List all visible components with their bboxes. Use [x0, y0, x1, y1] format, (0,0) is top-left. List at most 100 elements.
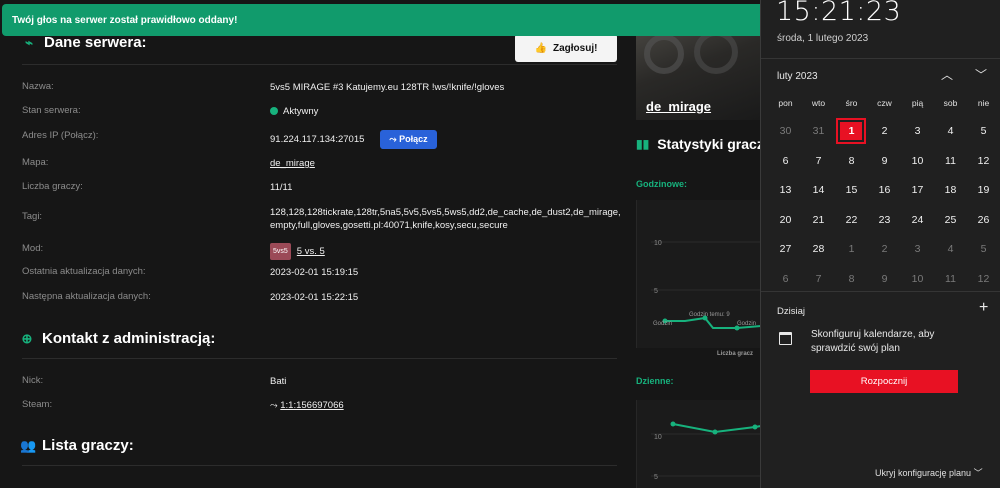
calendar-day[interactable]: 12: [967, 273, 1000, 285]
calendar-day[interactable]: 13: [769, 184, 802, 196]
stats-heading: ▮▮ Statystyki gracz: [636, 136, 764, 152]
calendar-day[interactable]: 19: [967, 184, 1000, 196]
hourly-annotation: Godzin temu: 9: [689, 312, 730, 318]
map-link[interactable]: de_mirage: [270, 157, 622, 170]
map-image-detail: [694, 30, 738, 74]
calendar-day[interactable]: 5: [967, 125, 1000, 137]
calendar-day[interactable]: 24: [901, 214, 934, 226]
bar-chart-icon: ▮▮: [636, 137, 650, 151]
daily-point[interactable]: [752, 424, 758, 430]
calendar-day[interactable]: 3: [901, 125, 934, 137]
calendar-day[interactable]: 9: [868, 273, 901, 285]
calendar-day[interactable]: 23: [868, 214, 901, 226]
hourly-annotation: Godzin: [737, 321, 756, 327]
calendar-day[interactable]: 7: [802, 155, 835, 167]
mod-link[interactable]: 5 vs. 5: [297, 246, 325, 257]
calendar-day[interactable]: 16: [868, 184, 901, 196]
row-label: Nick:: [22, 375, 44, 386]
calendar-day[interactable]: 8: [835, 273, 868, 285]
calendar-day[interactable]: 7: [802, 273, 835, 285]
calendar-day[interactable]: 3: [901, 243, 934, 255]
calendar-day[interactable]: 4: [934, 125, 967, 137]
server-name-value: 5vs5 MIRAGE #3 Katujemy.eu 128TR !ws/!kn…: [270, 82, 505, 93]
calendar-day[interactable]: 14: [802, 184, 835, 196]
steam-link[interactable]: 1:1:156697066: [280, 400, 343, 411]
calendar-day[interactable]: 5: [967, 243, 1000, 255]
stats-title: Statystyki gracz: [657, 136, 764, 152]
admin-heading: ⊕ Kontakt z administracją:: [20, 330, 216, 347]
chevron-down-icon[interactable]: ﹀: [975, 66, 987, 83]
hourly-x-axis-label: Liczba gracz: [717, 351, 754, 357]
mod-value: 5vs5 5 vs. 5: [270, 243, 622, 260]
calendar-day[interactable]: 9: [868, 155, 901, 167]
connect-button[interactable]: ⤳ Połącz: [380, 130, 437, 149]
row-label: Steam:: [22, 399, 53, 410]
chevron-down-icon: ﹀: [973, 468, 983, 478]
steam-value: ⤳ 1:1:156697066: [270, 399, 622, 412]
calendar-day[interactable]: 22: [835, 214, 868, 226]
tags-value: 128,128,128tickrate,128tr,5na5,5v5,5vs5,…: [270, 207, 621, 231]
calendar-day[interactable]: 6: [769, 273, 802, 285]
weekday-header: pon: [778, 98, 793, 108]
next-update-value: 2023-02-01 15:22:15: [270, 292, 359, 303]
calendar-day[interactable]: 12: [967, 155, 1000, 167]
calendar-day[interactable]: 30: [769, 125, 802, 137]
thumbs-up-icon: 👍: [534, 42, 547, 54]
calendar-day[interactable]: 17: [901, 184, 934, 196]
calendar-day[interactable]: 28: [802, 243, 835, 255]
map-image-detail: [644, 34, 684, 74]
daily-tick: 10: [654, 434, 662, 441]
full-date-link[interactable]: środa, 1 lutego 2023: [777, 33, 868, 44]
calendar-day[interactable]: 18: [934, 184, 967, 196]
users-icon: 👥: [20, 437, 37, 453]
calendar-day[interactable]: 31: [802, 125, 835, 137]
map-card-name[interactable]: de_mirage: [646, 99, 711, 114]
calendar-day[interactable]: 8: [835, 155, 868, 167]
hourly-chart-svg: 10 5 Godzin temu: 9 Godzin Godzin: [651, 240, 761, 331]
daily-label: Dzienne:: [636, 376, 674, 386]
vote-button-label: Zagłosuj!: [553, 42, 598, 54]
calendar-day[interactable]: 11: [934, 155, 967, 167]
hourly-chart[interactable]: 10 5 Godzin temu: 9 Godzin Godzin Liczba…: [636, 200, 761, 357]
start-button[interactable]: Rozpocznij: [810, 370, 958, 393]
chevron-up-icon[interactable]: ︿: [941, 66, 953, 83]
calendar-day[interactable]: 4: [934, 243, 967, 255]
ip-text[interactable]: 91.224.117.134:27015: [270, 134, 364, 145]
daily-point[interactable]: [712, 429, 718, 435]
row-label: Mapa:: [22, 157, 49, 168]
calendar-day[interactable]: 10: [901, 155, 934, 167]
weekday-header: nie: [977, 98, 990, 108]
calendar-day[interactable]: 2: [868, 125, 901, 137]
calendar-day[interactable]: 10: [901, 273, 934, 285]
status-text: Aktywny: [283, 106, 319, 117]
hide-plan-link[interactable]: Ukryj konfigurację planu ﹀: [875, 466, 983, 479]
calendar-day[interactable]: 25: [934, 214, 967, 226]
calendar-day[interactable]: 26: [967, 214, 1000, 226]
row-label: Stan serwera:: [22, 105, 81, 116]
last-update-value: 2023-02-01 15:19:15: [270, 267, 359, 278]
calendar-day[interactable]: 21: [802, 214, 835, 226]
calendar-day[interactable]: 27: [769, 243, 802, 255]
month-label[interactable]: luty 2023: [777, 71, 818, 82]
server-page: ⌁ Dane serwera: 👍 Zagłosuj! Nazwa: 5vs5 …: [0, 0, 1000, 488]
calendar-day[interactable]: 6: [769, 155, 802, 167]
connect-button-label: Połącz: [399, 134, 428, 144]
row-label: Liczba graczy:: [22, 181, 83, 192]
calendar-day[interactable]: 11: [934, 273, 967, 285]
divider: [22, 465, 617, 466]
calendar-day[interactable]: 20: [769, 214, 802, 226]
vote-button[interactable]: 👍 Zagłosuj!: [515, 34, 617, 62]
row-label: Nazwa:: [22, 81, 54, 92]
row-label: Mod:: [22, 243, 44, 254]
daily-tick: 5: [654, 474, 658, 481]
hourly-label: Godzinowe:: [636, 179, 687, 189]
calendar-day[interactable]: 1: [835, 125, 868, 137]
calendar-day[interactable]: 2: [868, 243, 901, 255]
steam-icon: ⤳: [270, 400, 281, 411]
globe-icon: ⊕: [21, 330, 33, 346]
calendar-day[interactable]: 15: [835, 184, 868, 196]
calendar-day[interactable]: 1: [835, 243, 868, 255]
add-event-icon[interactable]: +: [979, 299, 988, 317]
daily-point[interactable]: [670, 421, 676, 427]
daily-chart[interactable]: 10 5: [636, 400, 761, 488]
